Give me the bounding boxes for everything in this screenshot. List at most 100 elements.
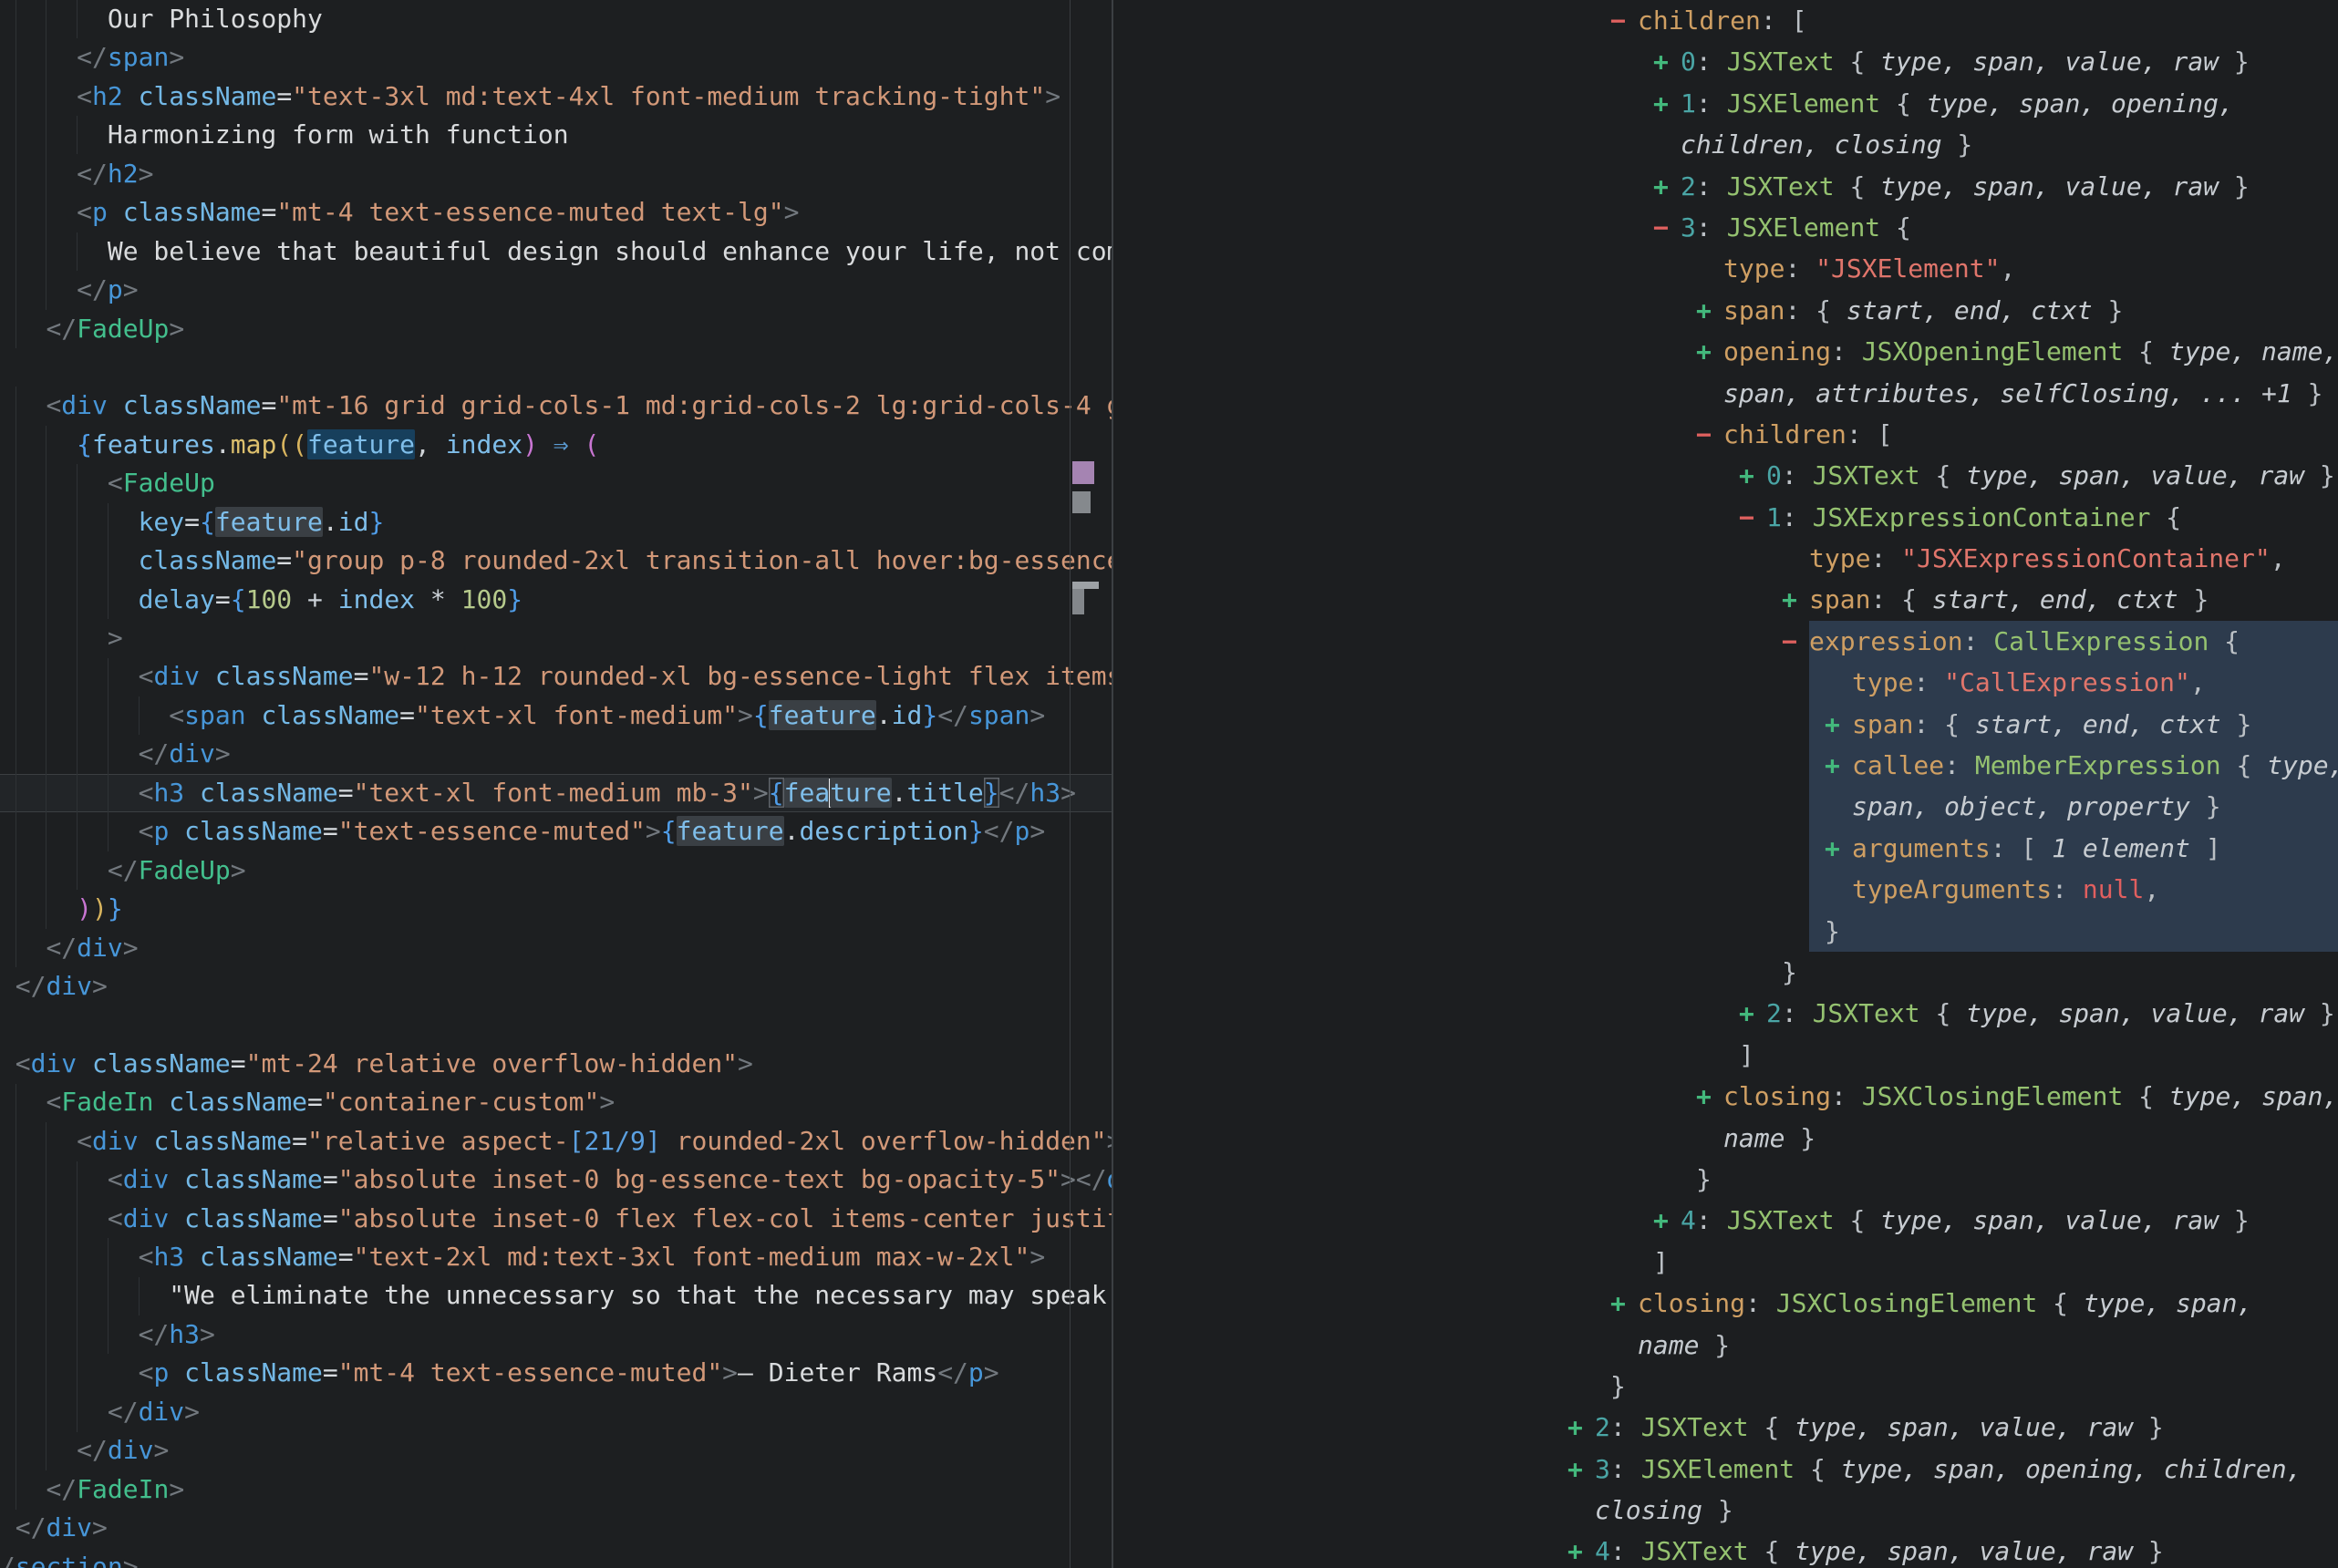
ast-row[interactable]: −1: JSXExpressionContainer {: [1113, 497, 2338, 538]
ast-row[interactable]: −expression: CallExpression {: [1113, 621, 2338, 662]
collapse-toggle-icon[interactable]: −: [1782, 621, 1809, 662]
expand-toggle-icon[interactable]: +: [1610, 1283, 1638, 1324]
ast-row[interactable]: type: "JSXElement",: [1113, 248, 2338, 289]
code-line[interactable]: </FadeIn>: [0, 1470, 1112, 1509]
code-line[interactable]: Our Philosophy: [0, 0, 1112, 38]
code-line[interactable]: <FadeIn className="container-custom">: [0, 1083, 1112, 1121]
code-line[interactable]: </div>: [0, 1393, 1112, 1431]
code-line[interactable]: delay={100 + index * 100}: [0, 581, 1112, 619]
code-line[interactable]: <div className="absolute inset-0 bg-esse…: [0, 1161, 1112, 1199]
code-line[interactable]: key={feature.id}: [0, 503, 1112, 542]
ast-row[interactable]: closing }: [1113, 1490, 2338, 1531]
ast-row[interactable]: +span: { start, end, ctxt }: [1113, 290, 2338, 331]
code-line[interactable]: We believe that beautiful design should …: [0, 232, 1112, 271]
collapse-toggle-icon[interactable]: −: [1696, 414, 1723, 455]
ast-row[interactable]: −children: [: [1113, 414, 2338, 455]
expand-toggle-icon[interactable]: +: [1653, 41, 1681, 82]
expand-toggle-icon[interactable]: +: [1567, 1407, 1595, 1448]
code-line[interactable]: </h3>: [0, 1315, 1112, 1354]
ast-row[interactable]: }: [1113, 911, 2338, 952]
code-line[interactable]: >: [0, 619, 1112, 657]
collapse-toggle-icon[interactable]: −: [1739, 497, 1766, 538]
ast-row[interactable]: +2: JSXText { type, span, value, raw }: [1113, 1407, 2338, 1448]
ast-row[interactable]: name }: [1113, 1118, 2338, 1159]
code-line[interactable]: </FadeUp>: [0, 851, 1112, 890]
code-line[interactable]: className="group p-8 rounded-2xl transit…: [0, 542, 1112, 580]
ast-row[interactable]: +1: JSXElement { type, span, opening,: [1113, 83, 2338, 124]
code-line[interactable]: ))}: [0, 890, 1112, 928]
collapse-toggle-icon[interactable]: −: [1610, 0, 1638, 41]
ast-row[interactable]: −3: JSXElement {: [1113, 207, 2338, 248]
ast-row[interactable]: +0: JSXText { type, span, value, raw }: [1113, 455, 2338, 496]
code-line[interactable]: "We eliminate the unnecessary so that th…: [0, 1276, 1112, 1315]
expand-toggle-icon[interactable]: +: [1739, 993, 1766, 1034]
ast-row[interactable]: span, attributes, selfClosing, ... +1 }: [1113, 373, 2338, 414]
code-line[interactable]: <p className="text-essence-muted">{featu…: [0, 812, 1112, 851]
code-line[interactable]: <p className="mt-4 text-essence-muted te…: [0, 193, 1112, 232]
ast-row[interactable]: +2: JSXText { type, span, value, raw }: [1113, 166, 2338, 207]
expand-toggle-icon[interactable]: +: [1653, 1200, 1681, 1241]
code-line[interactable]: </div>: [0, 967, 1112, 1006]
code-line[interactable]: <div className="mt-24 relative overflow-…: [0, 1045, 1112, 1083]
collapse-toggle-icon[interactable]: −: [1653, 207, 1681, 248]
ast-explorer-panel[interactable]: −children: [+0: JSXText { type, span, va…: [1113, 0, 2338, 1568]
ast-row[interactable]: typeArguments: null,: [1113, 869, 2338, 910]
code-line[interactable]: </FadeUp>: [0, 310, 1112, 348]
code-line[interactable]: {features.map((feature, index) ⇒ (: [0, 426, 1112, 464]
ast-row[interactable]: }: [1113, 1159, 2338, 1200]
ast-row[interactable]: +closing: JSXClosingElement { type, span…: [1113, 1076, 2338, 1117]
ast-row[interactable]: +opening: JSXOpeningElement { type, name…: [1113, 331, 2338, 372]
ast-row[interactable]: +3: JSXElement { type, span, opening, ch…: [1113, 1449, 2338, 1490]
expand-toggle-icon[interactable]: +: [1696, 290, 1723, 331]
code-line[interactable]: </div>: [0, 929, 1112, 967]
code-line[interactable]: <div className="w-12 h-12 rounded-xl bg-…: [0, 657, 1112, 696]
expand-toggle-icon[interactable]: +: [1567, 1531, 1595, 1568]
code-line[interactable]: </div>: [0, 735, 1112, 773]
expand-toggle-icon[interactable]: +: [1825, 828, 1852, 869]
expand-toggle-icon[interactable]: +: [1696, 331, 1723, 372]
code-line[interactable]: </div>: [0, 1431, 1112, 1470]
ast-row[interactable]: ]: [1113, 1242, 2338, 1283]
code-line[interactable]: </span>: [0, 38, 1112, 77]
expand-toggle-icon[interactable]: +: [1825, 745, 1852, 786]
code-line[interactable]: <div className="absolute inset-0 flex fl…: [0, 1200, 1112, 1238]
code-line[interactable]: </section>: [0, 1548, 1112, 1568]
ast-row[interactable]: type: "JSXExpressionContainer",: [1113, 538, 2338, 579]
code-line[interactable]: </h2>: [0, 155, 1112, 193]
ast-row[interactable]: +closing: JSXClosingElement { type, span…: [1113, 1283, 2338, 1324]
ast-row[interactable]: ]: [1113, 1035, 2338, 1076]
code-line[interactable]: Harmonizing form with function: [0, 116, 1112, 154]
ast-row[interactable]: type: "CallExpression",: [1113, 662, 2338, 703]
ast-row[interactable]: +0: JSXText { type, span, value, raw }: [1113, 41, 2338, 82]
code-line[interactable]: [0, 348, 1112, 387]
code-line[interactable]: </p>: [0, 271, 1112, 309]
code-line-current[interactable]: <h3 className="text-xl font-medium mb-3"…: [0, 774, 1112, 812]
code-line[interactable]: <h2 className="text-3xl md:text-4xl font…: [0, 77, 1112, 116]
code-editor-pane[interactable]: Our Philosophy </span> <h2 className="te…: [0, 0, 1112, 1568]
ast-row[interactable]: }: [1113, 1366, 2338, 1407]
ast-row[interactable]: +2: JSXText { type, span, value, raw }: [1113, 993, 2338, 1034]
ast-row[interactable]: span, object, property }: [1113, 786, 2338, 827]
code-line[interactable]: <div className="mt-16 grid grid-cols-1 m…: [0, 387, 1112, 425]
code-line[interactable]: <div className="relative aspect-[21/9] r…: [0, 1122, 1112, 1161]
ast-row[interactable]: name }: [1113, 1325, 2338, 1366]
expand-toggle-icon[interactable]: +: [1782, 579, 1809, 620]
expand-toggle-icon[interactable]: +: [1653, 166, 1681, 207]
ast-row[interactable]: +4: JSXText { type, span, value, raw }: [1113, 1531, 2338, 1568]
ast-row[interactable]: +4: JSXText { type, span, value, raw }: [1113, 1200, 2338, 1241]
ast-row[interactable]: children, closing }: [1113, 124, 2338, 165]
ast-row[interactable]: +arguments: [ 1 element ]: [1113, 828, 2338, 869]
ast-row[interactable]: +span: { start, end, ctxt }: [1113, 579, 2338, 620]
expand-toggle-icon[interactable]: +: [1653, 83, 1681, 124]
code-line[interactable]: <h3 className="text-2xl md:text-3xl font…: [0, 1238, 1112, 1276]
expand-toggle-icon[interactable]: +: [1567, 1449, 1595, 1490]
ast-row[interactable]: −children: [: [1113, 0, 2338, 41]
ast-row[interactable]: +callee: MemberExpression { type,: [1113, 745, 2338, 786]
code-line[interactable]: </div>: [0, 1509, 1112, 1547]
code-line[interactable]: <span className="text-xl font-medium">{f…: [0, 696, 1112, 735]
ast-row[interactable]: +span: { start, end, ctxt }: [1113, 704, 2338, 745]
ast-row[interactable]: }: [1113, 952, 2338, 993]
expand-toggle-icon[interactable]: +: [1825, 704, 1852, 745]
code-line[interactable]: <FadeUp: [0, 464, 1112, 502]
code-line[interactable]: <p className="mt-4 text-essence-muted">—…: [0, 1354, 1112, 1392]
